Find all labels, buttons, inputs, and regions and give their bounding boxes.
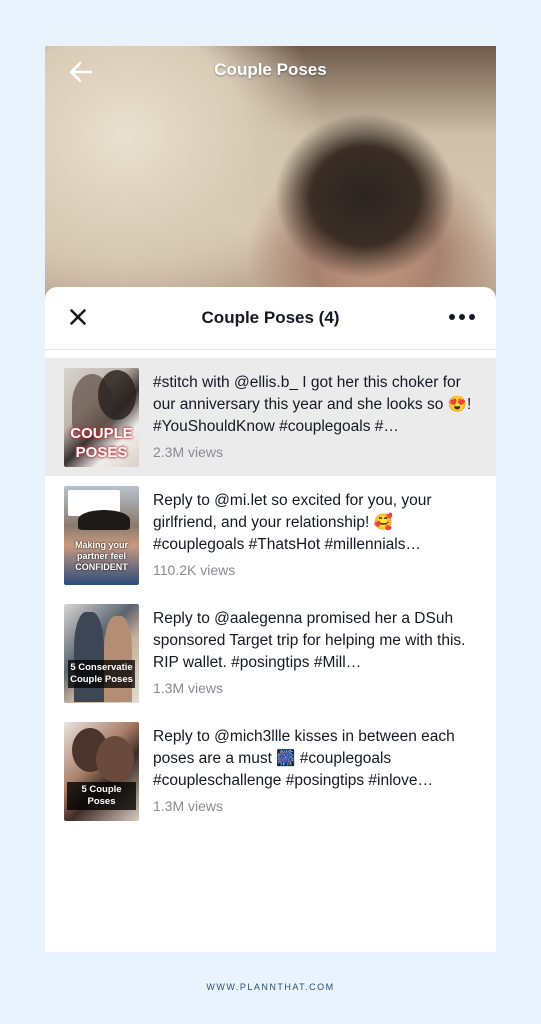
video-caption: Reply to @aalegenna promised her a DSuh … [153,610,466,671]
thumbnail-title: COUPLE POSES [70,425,133,461]
item-details: #stitch with @ellis.b_ I got her this ch… [153,372,479,460]
footer-credit: WWW.PLANNTHAT.COM [206,982,335,992]
thumbnail-figure [96,736,134,782]
thumbnail-figure [98,370,136,420]
item-details: Reply to @mich3llle kisses in between ea… [153,726,479,814]
more-options-button[interactable] [448,307,476,327]
thumbnail-title: Making your partner feel CONFIDENT [74,540,128,572]
thumbnail-title: 5 Couple Poses [67,782,136,810]
thumbnail-figure [104,616,132,702]
thumbnail-figure [78,510,130,530]
thumbnail-figure [74,612,104,702]
video-title: Couple Poses [214,60,327,79]
thumbnail-title: 5 Conservatie Couple Poses [68,660,135,688]
sheet-header: Couple Poses (4) [45,287,496,350]
more-dots-icon [449,314,475,320]
list-item[interactable]: Making your partner feel CONFIDENT Reply… [45,476,496,594]
item-details: Reply to @aalegenna promised her a DSuh … [153,608,479,696]
video-thumbnail: 5 Couple Poses [64,722,139,821]
list-item[interactable]: 5 Conservatie Couple Poses Reply to @aal… [45,594,496,712]
video-thumbnail: 5 Conservatie Couple Poses [64,604,139,703]
video-caption: #stitch with @ellis.b_ I got her this ch… [153,374,472,435]
phone-screen: Couple Poses Couple Poses (4) COUPLE POS… [45,46,496,952]
item-details: Reply to @mi.let so excited for you, you… [153,490,479,578]
view-count: 1.3M views [153,798,224,814]
video-player[interactable] [45,46,496,301]
list-item[interactable]: COUPLE POSES #stitch with @ellis.b_ I go… [45,358,496,476]
view-count: 1.3M views [153,680,224,696]
playlist-sheet: Couple Poses (4) COUPLE POSES #stitch wi… [45,287,496,952]
video-thumbnail: Making your partner feel CONFIDENT [64,486,139,585]
video-thumbnail: COUPLE POSES [64,368,139,467]
video-caption: Reply to @mi.let so excited for you, you… [153,492,432,553]
sheet-title: Couple Poses (4) [201,308,340,327]
video-caption: Reply to @mich3llle kisses in between ea… [153,728,455,789]
list-item[interactable]: 5 Couple Poses Reply to @mich3llle kisse… [45,712,496,830]
view-count: 2.3M views [153,444,224,460]
view-count: 110.2K views [153,562,236,578]
video-list: COUPLE POSES #stitch with @ellis.b_ I go… [45,358,496,830]
